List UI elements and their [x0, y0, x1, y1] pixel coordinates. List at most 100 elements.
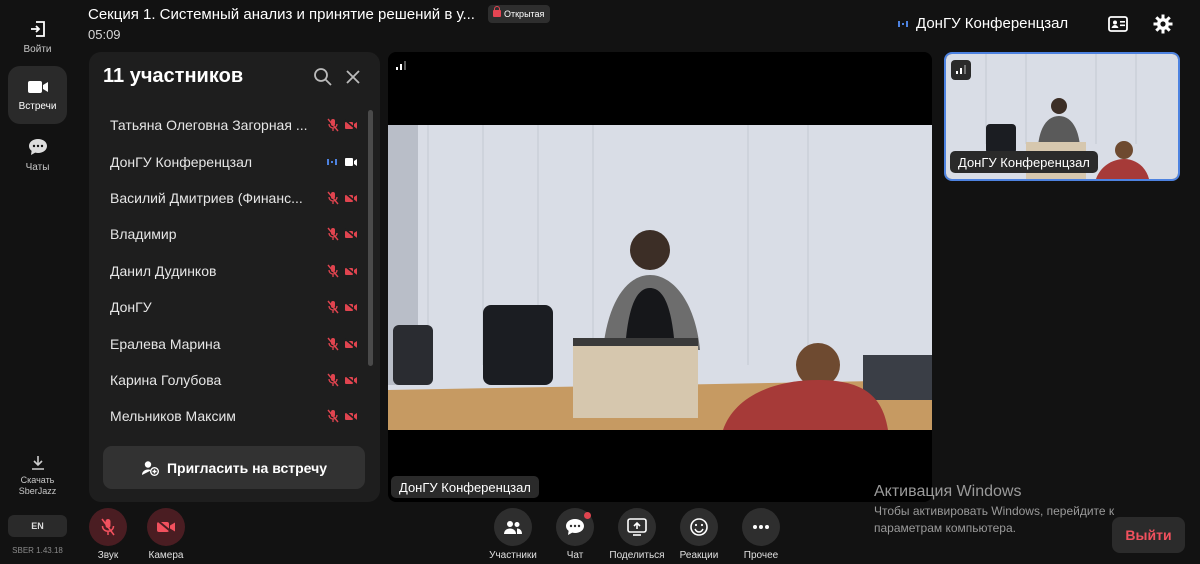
speaker-thumbnail[interactable]: ДонГУ Конференцзал: [944, 52, 1180, 181]
unread-dot: [584, 512, 591, 519]
rail-download-label-2: SberJazz: [18, 486, 57, 496]
leave-button[interactable]: Выйти: [1112, 517, 1185, 553]
participants-scrollbar[interactable]: [368, 110, 373, 366]
audio-level-icon: [898, 20, 908, 27]
share-button[interactable]: [618, 508, 656, 546]
thumbnail-signal: [951, 60, 971, 80]
invite-button[interactable]: Пригласить на встречу: [103, 446, 365, 489]
windows-activation-notice: Активация Windows Чтобы активировать Win…: [874, 483, 1114, 537]
mic-off-icon: [327, 264, 339, 278]
camera-off-icon: [344, 119, 358, 131]
mic-off-icon: [101, 518, 115, 536]
more-control: Прочее: [723, 508, 799, 561]
windows-activation-line2: параметрам компьютера.: [874, 521, 1016, 535]
app-version: SBER 1.43.18: [12, 546, 63, 555]
mic-off-icon: [327, 409, 339, 423]
rail-meetings[interactable]: Встречи: [8, 66, 67, 124]
mic-off-icon: [327, 118, 339, 132]
participant-row[interactable]: ДонГУ Конференцзал: [89, 143, 369, 179]
chat-label: Чат: [566, 550, 584, 561]
participant-name: Владимир: [110, 226, 177, 243]
camera-off-icon: [344, 374, 358, 386]
participant-row[interactable]: ДонГУ: [89, 289, 369, 325]
participant-name: Карина Голубова: [110, 371, 222, 388]
mic-off-icon: [327, 191, 339, 205]
participants-title: 11 участников: [103, 65, 244, 87]
status-badge-label: Открытая: [504, 9, 545, 19]
login-icon: [30, 20, 45, 37]
add-user-icon: [141, 460, 159, 476]
left-rail: Войти Встречи Чаты Скачать SberJazz EN S…: [0, 0, 75, 564]
participants-panel: 11 участников Татьяна Олеговна Загорная …: [89, 52, 380, 502]
lock-icon: [493, 6, 501, 17]
active-room-name: ДонГУ Конференцзал: [916, 15, 1069, 32]
video-frame: [388, 125, 932, 430]
rail-meetings-label: Встречи: [18, 100, 57, 112]
smiley-icon: [690, 518, 708, 536]
reactions-label: Реакции: [679, 550, 719, 561]
participant-row[interactable]: Василий Дмитриев (Финанс...: [89, 180, 369, 216]
main-video-caption: ДонГУ Конференцзал: [391, 476, 539, 498]
camera-off-icon: [344, 337, 358, 350]
participant-row[interactable]: Данил Дудинков: [89, 253, 369, 289]
mic-off-icon: [327, 373, 339, 387]
signal-strength-icon: [956, 65, 966, 74]
participant-row[interactable]: Татьяна Олеговна Загорная ...: [89, 107, 369, 143]
reactions-button[interactable]: [680, 508, 718, 546]
camera-off-icon: [344, 228, 358, 240]
more-label: Прочее: [743, 550, 779, 561]
participant-row[interactable]: Мельников Максим: [89, 398, 369, 434]
participant-row[interactable]: Карина Голубова: [89, 362, 369, 398]
camera-on-icon: [345, 157, 357, 166]
close-icon[interactable]: [346, 70, 360, 84]
more-dots-icon: [753, 525, 769, 529]
camera-label: Камера: [148, 550, 184, 561]
participant-name: Татьяна Олеговна Загорная ...: [110, 117, 308, 134]
meeting-title: Секция 1. Системный анализ и принятие ре…: [88, 6, 475, 23]
camera-control: Камера: [128, 508, 204, 561]
chat-bubble-icon: [28, 138, 47, 155]
main-video[interactable]: ДонГУ Конференцзал: [388, 52, 932, 502]
rail-chats[interactable]: Чаты: [8, 126, 67, 184]
camera-off-icon: [156, 519, 175, 535]
language-switch[interactable]: EN: [8, 515, 67, 537]
participant-name: ДонГУ Конференцзал: [110, 153, 253, 170]
layout-button[interactable]: [1107, 13, 1129, 35]
audio-level-icon: [327, 158, 337, 165]
windows-activation-title: Активация Windows: [874, 483, 1022, 500]
rail-login[interactable]: Войти: [8, 8, 67, 66]
invite-button-label: Пригласить на встречу: [166, 459, 328, 476]
windows-activation-line1: Чтобы активировать Windows, перейдите к: [874, 504, 1115, 518]
download-icon: [31, 456, 44, 470]
meeting-timer: 05:09: [88, 27, 121, 42]
camera-off-icon: [344, 192, 358, 204]
participants-list: Татьяна Олеговна Загорная ... ДонГУ Конф…: [89, 107, 369, 435]
camera-button[interactable]: [147, 508, 185, 546]
participant-row[interactable]: Владимир: [89, 216, 369, 252]
video-camera-icon: [27, 80, 48, 93]
participant-name: Василий Дмитриев (Финанс...: [110, 189, 303, 206]
sound-button[interactable]: [89, 508, 127, 546]
mic-off-icon: [327, 227, 339, 241]
participant-row[interactable]: Ералева Марина: [89, 325, 369, 361]
contact-card-icon: [1108, 16, 1128, 32]
sound-label: Звук: [97, 550, 119, 561]
rail-download[interactable]: Скачать SberJazz: [8, 450, 67, 502]
mic-off-icon: [327, 337, 339, 350]
camera-off-icon: [344, 410, 358, 422]
participant-name: Ералева Марина: [110, 335, 221, 352]
mic-off-icon: [327, 300, 339, 314]
chat-button[interactable]: [556, 508, 594, 546]
search-icon[interactable]: [313, 67, 333, 87]
more-button[interactable]: [742, 508, 780, 546]
camera-off-icon: [344, 265, 358, 277]
participants-button[interactable]: [494, 508, 532, 546]
chat-bubble-icon: [566, 519, 584, 535]
users-icon: [504, 521, 522, 534]
settings-button[interactable]: [1152, 13, 1174, 35]
participant-name: Мельников Максим: [110, 408, 236, 425]
rail-login-label: Войти: [23, 43, 52, 55]
participant-name: ДонГУ: [110, 299, 152, 316]
share-label: Поделиться: [609, 550, 665, 561]
camera-off-icon: [344, 301, 358, 313]
